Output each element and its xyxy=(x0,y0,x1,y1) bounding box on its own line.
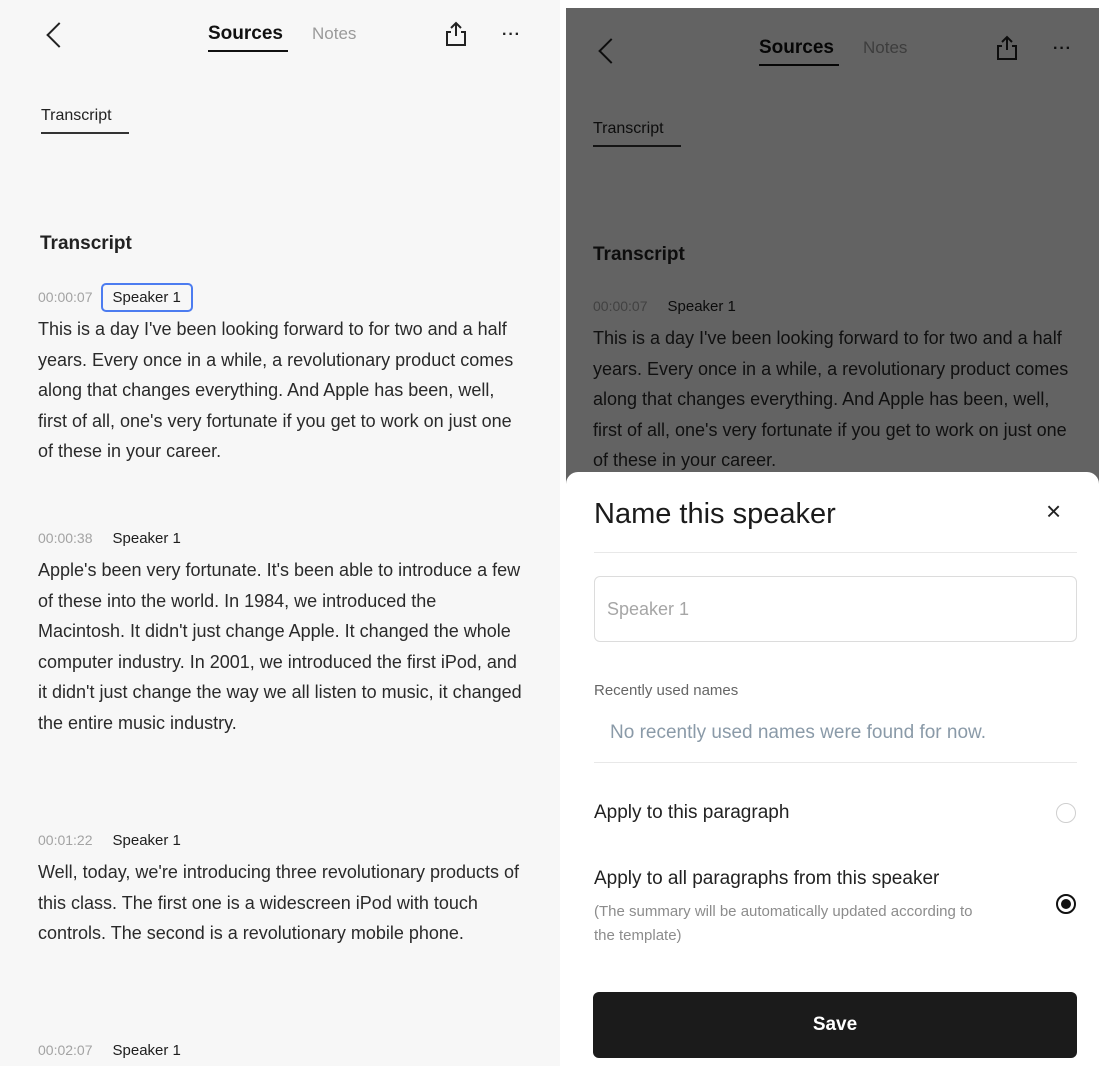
tab-sources-underline xyxy=(208,50,288,52)
transcript-entry: 00:01:22 Speaker 1 Well, today, we're in… xyxy=(38,825,528,949)
close-icon[interactable]: × xyxy=(1046,496,1061,527)
option-all-paragraphs-label[interactable]: Apply to all paragraphs from this speake… xyxy=(594,868,939,890)
transcript-entry: 00:00:07 Speaker 1 This is a day I've be… xyxy=(38,282,528,467)
save-button[interactable]: Save xyxy=(593,992,1077,1058)
divider xyxy=(594,762,1077,763)
paragraph-text: This is a day I've been looking forward … xyxy=(38,319,514,461)
sub-tab-transcript[interactable]: Transcript xyxy=(41,107,112,125)
dialog-title: Name this speaker xyxy=(594,498,836,530)
timestamp[interactable]: 00:00:07 xyxy=(38,289,93,305)
speaker-label[interactable]: Speaker 1 xyxy=(107,828,187,853)
more-icon[interactable]: ··· xyxy=(502,26,521,44)
speaker-name-input[interactable] xyxy=(594,576,1077,642)
transcript-entry: 00:02:07 Speaker 1 xyxy=(38,1035,528,1065)
back-icon[interactable] xyxy=(46,22,72,48)
speaker-label[interactable]: Speaker 1 xyxy=(100,282,193,312)
radio-this-paragraph[interactable] xyxy=(1056,803,1076,823)
transcript-entry: 00:00:38 Speaker 1 Apple's been very for… xyxy=(38,523,528,738)
transcript-screen: Sources Notes ··· Transcript Transcript … xyxy=(0,0,560,1066)
paragraph-text: Well, today, we're introducing three rev… xyxy=(38,862,520,943)
share-icon[interactable] xyxy=(445,21,467,47)
divider xyxy=(594,552,1077,553)
timestamp[interactable]: 00:00:38 xyxy=(38,530,93,546)
recent-names-label: Recently used names xyxy=(594,682,739,699)
radio-all-paragraphs[interactable] xyxy=(1056,894,1076,914)
section-title: Transcript xyxy=(40,233,132,254)
timestamp[interactable]: 00:01:22 xyxy=(38,832,93,848)
tab-notes[interactable]: Notes xyxy=(312,24,356,44)
timestamp[interactable]: 00:02:07 xyxy=(38,1042,93,1058)
paragraph-text: Apple's been very fortunate. It's been a… xyxy=(38,560,522,733)
speaker-label[interactable]: Speaker 1 xyxy=(107,526,187,551)
name-speaker-dialog: Name this speaker × Recently used names … xyxy=(566,472,1099,1066)
speaker-label[interactable]: Speaker 1 xyxy=(107,1038,187,1063)
sub-tab-underline xyxy=(41,132,129,134)
top-bar: Sources Notes ··· xyxy=(0,0,560,60)
tab-sources[interactable]: Sources xyxy=(208,23,283,45)
recent-names-empty: No recently used names were found for no… xyxy=(610,722,986,743)
option-all-paragraphs-description: (The summary will be automatically updat… xyxy=(594,903,973,944)
option-this-paragraph-label[interactable]: Apply to this paragraph xyxy=(594,802,789,824)
